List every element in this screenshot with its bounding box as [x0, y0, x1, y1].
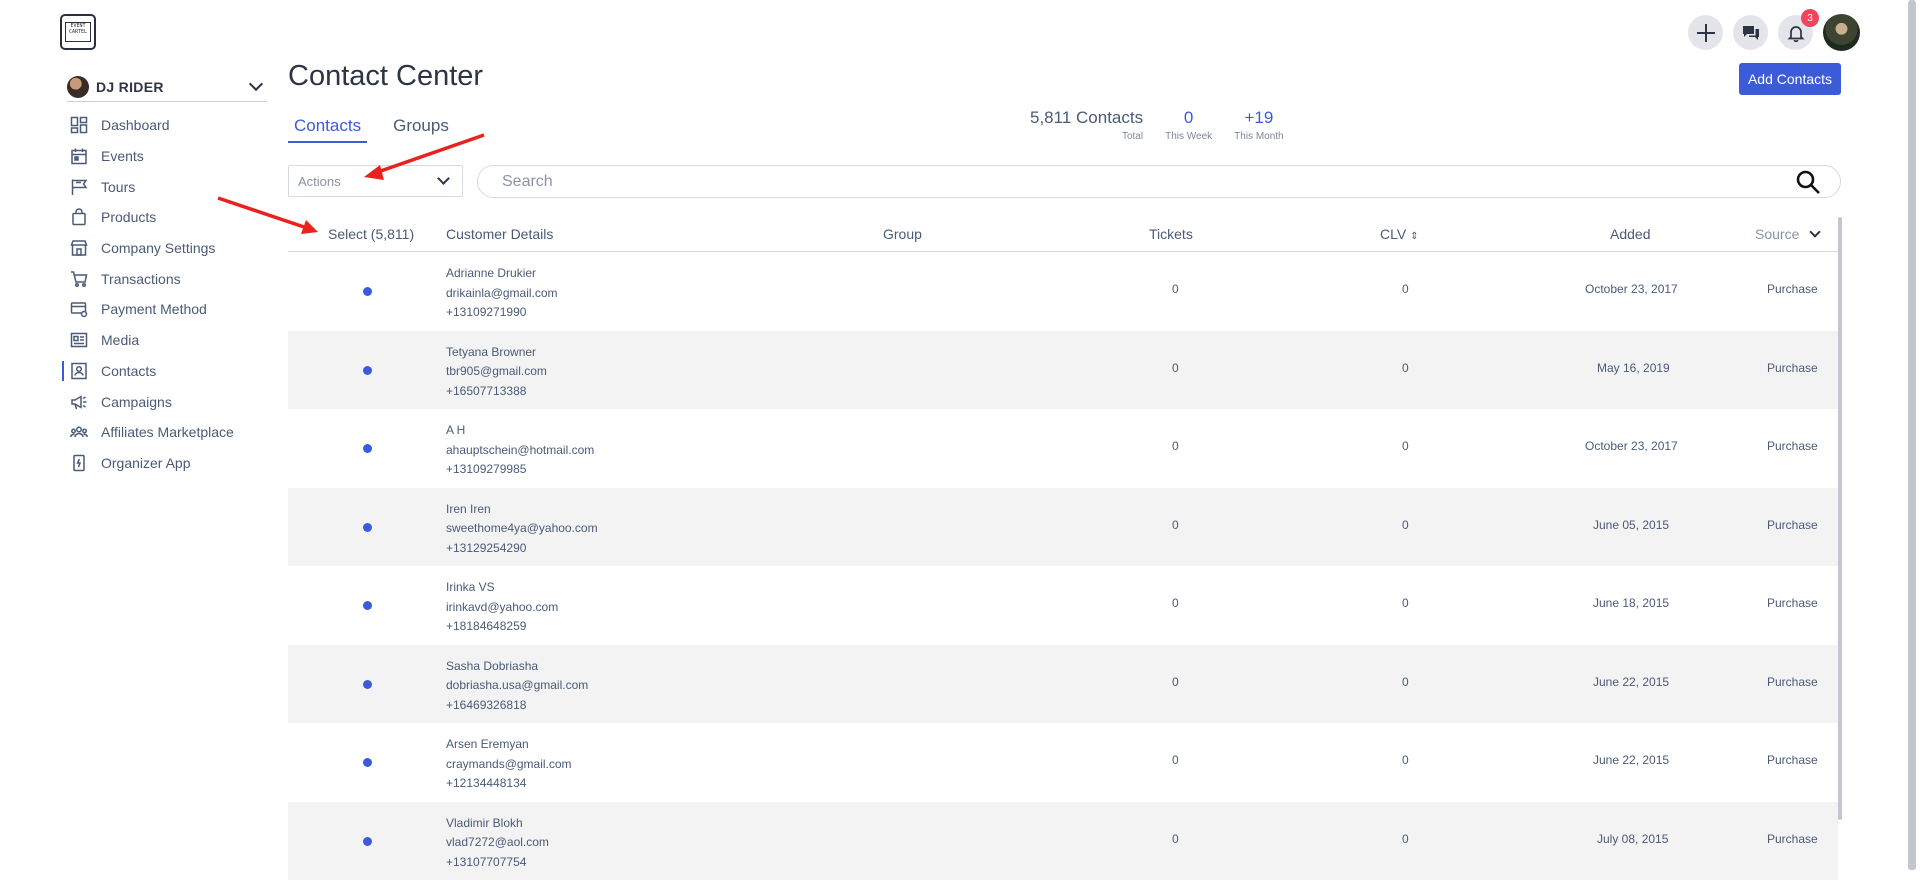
annotation-arrow-select	[218, 198, 318, 234]
annotation-arrow-actions	[364, 135, 484, 180]
annotation-arrows	[0, 0, 1920, 870]
